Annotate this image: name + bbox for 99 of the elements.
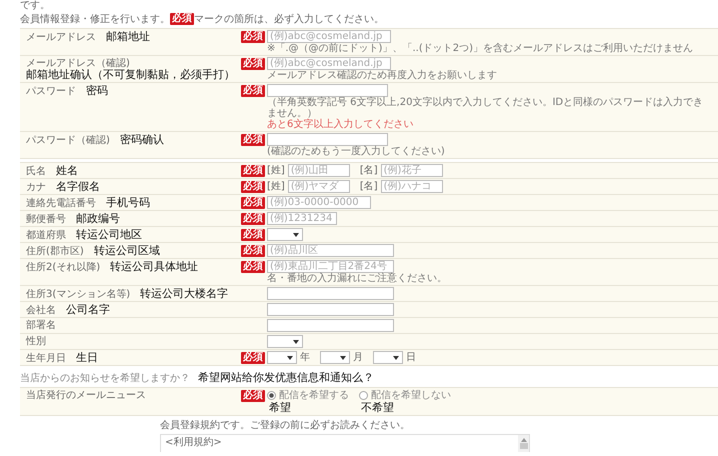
required-badge: 必須 (241, 181, 265, 193)
terms-heading: <利用規約> (165, 437, 223, 448)
text-field[interactable]: (例)ハナコ (380, 180, 443, 193)
field-prefix: [姓] (267, 165, 285, 176)
annotation-text: 转运公司大楼名字 (140, 288, 228, 300)
unit-label: 月 (353, 352, 363, 363)
annotation-text: 名字假名 (56, 181, 100, 193)
error-message: あと6文字以上入力してください (267, 119, 414, 130)
field-prefix: [名] (360, 165, 378, 176)
scroll-thumb[interactable] (520, 443, 528, 449)
field-label: 郵便番号 (26, 214, 66, 225)
caret-icon (293, 232, 299, 236)
hint-text: （半角英数字記号 6文字以上,20文字以内で入力してください。IDと同様のパスワードは入力できません。） (267, 97, 704, 119)
hint-text: ※「.@（@の前にドット)」、「..(ドット2つ)」を含むメールアドレスはご利用いただけません (267, 43, 694, 54)
required-badge: 必須 (241, 165, 265, 177)
required-badge: 必須 (241, 197, 265, 209)
field-prefix: [名] (360, 181, 378, 192)
text-field[interactable]: (例)abc@cosmeland.jp (267, 30, 391, 43)
required-badge: 必須 (241, 213, 265, 225)
required-badge: 必須 (241, 134, 265, 146)
caret-icon (287, 356, 293, 360)
text-field[interactable]: (例)品川区 (267, 244, 394, 257)
text-field[interactable] (267, 319, 394, 332)
field-label: 連絡先電話番号 (26, 198, 96, 209)
caret-icon (393, 356, 399, 360)
radio-option[interactable]: 配信を希望する (267, 389, 349, 402)
radio-button[interactable] (359, 391, 368, 400)
text-field[interactable]: (例)花子 (380, 164, 443, 177)
question-text: 当店からのお知らせを希望しますか？ (20, 373, 190, 384)
dropdown[interactable] (267, 228, 303, 241)
scrollbar[interactable] (518, 435, 529, 452)
required-badge: 必須 (241, 229, 265, 241)
field-label: 性別 (26, 336, 46, 347)
text-field[interactable] (267, 303, 394, 316)
field-label: 氏名 (26, 166, 46, 177)
annotation-text: 生日 (76, 352, 98, 364)
annotation-text: 不希望 (361, 402, 394, 414)
text-field[interactable]: (例)山田 (288, 164, 350, 177)
annotation-text: 邮箱地址 (106, 31, 150, 43)
text-field[interactable]: (例)abc@cosmeland.jp (267, 57, 391, 70)
annotation-text: 姓名 (56, 165, 78, 177)
annotation-text: 邮箱地址确认（不可复制黏贴，必须手打） (26, 69, 235, 81)
required-badge: 必須 (241, 352, 265, 364)
annotation-text: 公司名字 (66, 304, 110, 316)
terms-intro: 会員登録規約です。ご登録の前に必ずお読みください。 (160, 420, 411, 431)
text-field[interactable] (267, 84, 388, 97)
required-badge: 必須 (241, 390, 265, 402)
text-field[interactable] (267, 133, 388, 146)
text-field[interactable]: (例)03-0000-0000 (267, 196, 371, 209)
annotation-text: 转运公司具体地址 (110, 261, 198, 273)
hint-text: (確認のためもう一度入力してください) (267, 146, 446, 157)
annotation-text: 邮政编号 (76, 213, 120, 225)
annotation-text: 手机号码 (106, 197, 150, 209)
dropdown[interactable] (267, 351, 297, 364)
text-field[interactable]: (例)ヤマダ (288, 180, 350, 193)
dropdown[interactable] (320, 351, 350, 364)
required-badge: 必須 (241, 261, 265, 273)
dropdown[interactable] (373, 351, 403, 364)
annotation-text: 密码确认 (120, 134, 164, 146)
field-label: 住所(郡市区) (26, 246, 84, 257)
text-field[interactable]: (例)東品川二丁目2番24号 (267, 260, 394, 273)
annotation-text: 密码 (86, 85, 108, 97)
field-label: カナ (26, 182, 46, 193)
annotation-text: 转运公司区域 (94, 245, 160, 257)
radio-button[interactable] (267, 391, 276, 400)
intro-text: マークの箇所は、必ず入力してください。 (194, 14, 384, 24)
unit-label: 日 (406, 352, 416, 363)
required-badge: 必須 (241, 245, 265, 257)
body-text: です。 (20, 0, 51, 11)
hint-text: 名・番地の入力漏れにご注意ください。 (267, 273, 448, 284)
text-field[interactable]: (例)1231234 (267, 212, 337, 225)
field-label: 住所3(マンション名等) (26, 289, 130, 300)
annotation-text: 希望 (269, 402, 291, 414)
caret-icon (340, 356, 346, 360)
field-prefix: [姓] (267, 181, 285, 192)
annotation-text: 希望网站给你发优惠信息和通知么？ (198, 372, 374, 384)
field-label: パスワード (26, 86, 76, 97)
unit-label: 年 (300, 352, 310, 363)
hint-text: メールアドレス確認のため再度入力をお願いします (267, 70, 498, 81)
intro-text: 会員情報登録・修正を行います。 (20, 14, 170, 24)
text-field[interactable] (267, 287, 394, 300)
required-badge: 必須 (170, 13, 194, 25)
field-label: 住所2(それ以降) (26, 262, 100, 273)
field-label: 部署名 (26, 320, 56, 331)
field-label: 当店発行のメールニュース (26, 390, 146, 401)
field-label: メールアドレス (26, 32, 96, 43)
annotation-text: 转运公司地区 (76, 229, 142, 241)
caret-icon (293, 340, 299, 344)
dropdown[interactable] (267, 335, 303, 348)
field-label: メールアドレス（確認) (26, 58, 130, 69)
field-label: 生年月日 (26, 353, 66, 364)
radio-option[interactable]: 配信を希望しない (359, 389, 451, 402)
up-arrow-icon[interactable] (520, 438, 526, 442)
field-label: パスワード（確認) (26, 135, 110, 146)
required-badge: 必須 (241, 85, 265, 97)
required-badge: 必須 (241, 31, 265, 43)
field-label: 会社名 (26, 305, 56, 316)
required-badge: 必須 (241, 58, 265, 70)
field-label: 都道府県 (26, 230, 66, 241)
